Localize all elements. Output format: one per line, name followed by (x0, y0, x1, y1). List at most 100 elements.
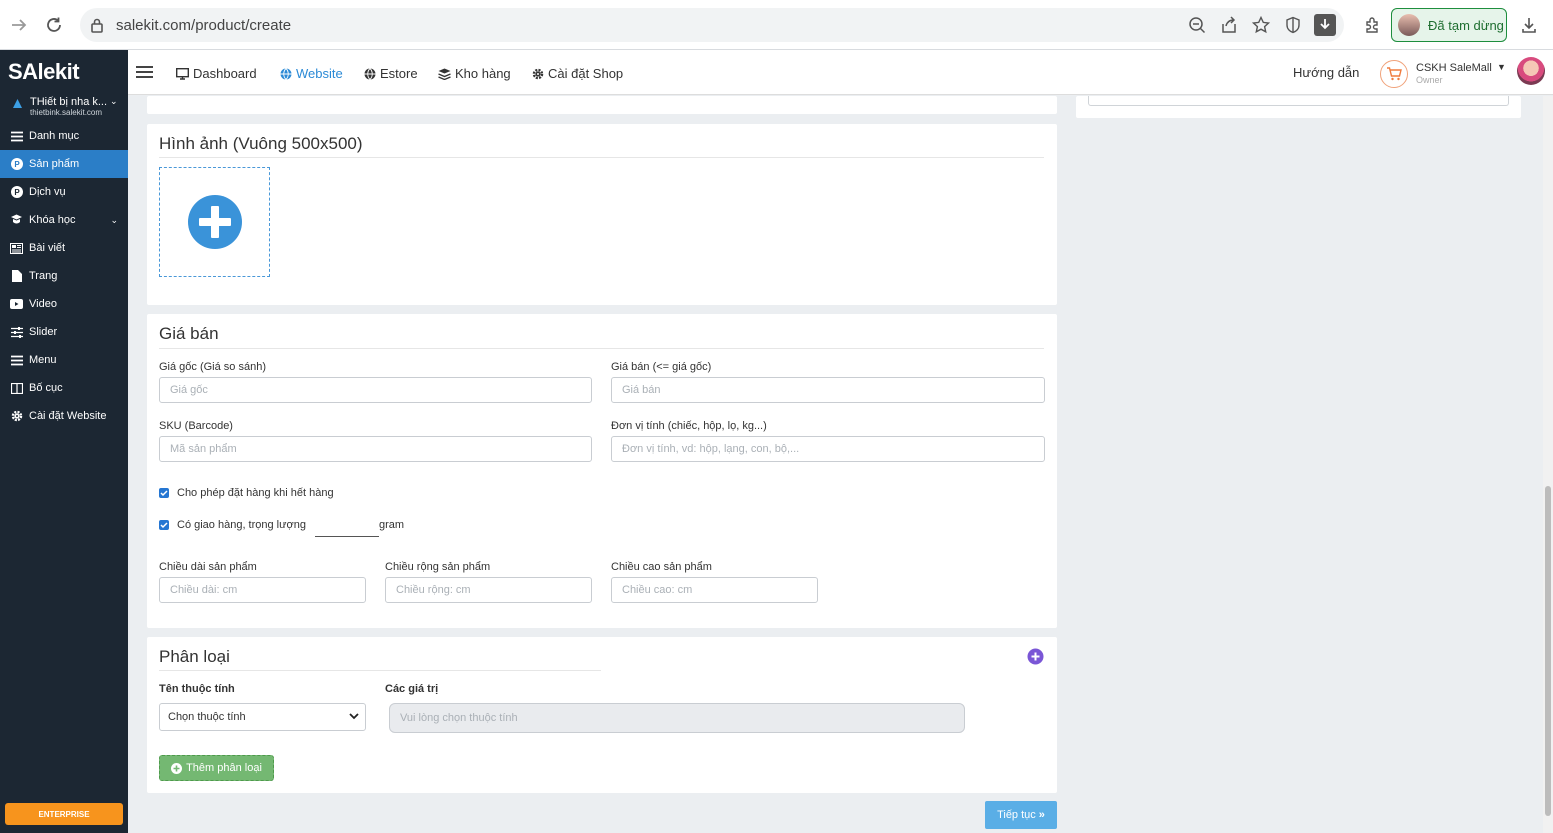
original-price-input[interactable]: Giá gốc (159, 377, 592, 403)
allow-backorder-label: Cho phép đặt hàng khi hết hàng (177, 487, 334, 499)
width-input[interactable]: Chiều rộng: cm (385, 577, 592, 603)
sku-input[interactable]: Mã sản phẩm (159, 436, 592, 462)
values-input[interactable]: Vui lòng chọn thuộc tính (389, 703, 965, 733)
plan-badge[interactable]: ENTERPRISE (5, 803, 123, 825)
button-label: Tiếp tục (997, 809, 1036, 821)
sidebar-item-dich-vu[interactable]: P Dịch vụ (0, 178, 128, 206)
columns-icon (10, 382, 23, 395)
divider (159, 157, 1044, 158)
select-value: Chọn thuộc tính (168, 711, 246, 723)
unit-label: Đơn vị tính (chiếc, hộp, lọ, kg...) (611, 420, 767, 432)
images-card: Hình ảnh (Vuông 500x500) (147, 124, 1057, 305)
length-input[interactable]: Chiều dài: cm (159, 577, 366, 603)
graduation-cap-icon (10, 214, 23, 227)
sidebar-item-cai-dat-website[interactable]: Cài đặt Website (0, 402, 128, 430)
shield-icon[interactable] (1282, 14, 1304, 36)
nav-kho-hang[interactable]: Kho hàng (438, 66, 511, 81)
address-bar[interactable]: salekit.com/product/create (80, 8, 1344, 42)
monitor-icon (176, 67, 189, 80)
shop-logo-icon (12, 98, 23, 109)
card-above (147, 96, 1057, 114)
weight-input[interactable] (315, 521, 379, 537)
nav-estore[interactable]: Estore (364, 66, 418, 81)
page-scrollbar[interactable] (1543, 96, 1553, 833)
placeholder: Mã sản phẩm (170, 443, 237, 455)
extensions-icon[interactable] (1360, 12, 1386, 38)
hamburger-icon[interactable] (136, 65, 153, 79)
menu-icon (10, 354, 23, 367)
guide-link[interactable]: Hướng dẫn (1293, 65, 1359, 80)
attribute-select[interactable]: Chọn thuộc tính (159, 703, 366, 731)
caret-down-icon[interactable]: ▼ (1497, 62, 1506, 72)
sidebar-item-san-pham[interactable]: P Sản phẩm (0, 150, 128, 178)
nav-cai-dat-shop[interactable]: Cài đặt Shop (532, 66, 623, 81)
images-title: Hình ảnh (Vuông 500x500) (159, 134, 363, 153)
add-attribute-plus-icon[interactable] (1027, 648, 1044, 665)
sidebar: SAlekit THiết bị nha k... thietbink.sale… (0, 50, 128, 833)
image-upload-area[interactable] (159, 167, 270, 277)
user-name[interactable]: CSKH SaleMall (1416, 62, 1492, 74)
profile-avatar (1398, 14, 1420, 36)
scrollbar-thumb[interactable] (1545, 486, 1551, 816)
sidebar-item-menu[interactable]: Menu (0, 346, 128, 374)
chevron-down-icon (349, 713, 359, 720)
service-icon: P (10, 186, 23, 199)
salekit-logo[interactable]: SAlekit (8, 59, 80, 85)
sidebar-item-bo-cuc[interactable]: Bố cục (0, 374, 128, 402)
next-button[interactable]: Tiếp tục » (985, 801, 1057, 829)
nav-label: Website (296, 66, 343, 81)
gear-icon (10, 410, 23, 423)
divider (159, 348, 1044, 349)
globe-icon (364, 67, 376, 80)
sidebar-item-label: Trang (29, 270, 58, 282)
url-text: salekit.com/product/create (116, 17, 292, 34)
allow-backorder-checkbox[interactable] (159, 488, 169, 498)
zoom-out-icon[interactable] (1186, 14, 1208, 36)
download-box-icon[interactable] (1314, 14, 1336, 36)
sidebar-item-trang[interactable]: Trang (0, 262, 128, 290)
profile-paused-button[interactable]: Đã tạm dừng (1391, 8, 1507, 42)
shipping-checkbox[interactable] (159, 520, 169, 530)
nav-dashboard[interactable]: Dashboard (176, 66, 257, 81)
lock-icon (90, 17, 104, 33)
sale-price-input[interactable]: Giá bán (611, 377, 1045, 403)
sidebar-item-khoa-hoc[interactable]: Khóa học ⌄ (0, 206, 128, 234)
right-panel-input[interactable] (1088, 96, 1509, 106)
gear-icon (532, 68, 544, 80)
sidebar-item-label: Slider (29, 326, 58, 338)
double-chevron-right-icon: » (1038, 809, 1045, 821)
placeholder: Vui lòng chọn thuộc tính (400, 712, 518, 724)
nav-website[interactable]: Website (280, 66, 343, 81)
sidebar-item-danh-muc[interactable]: Danh mục (0, 122, 128, 150)
plus-circle-icon (171, 762, 183, 774)
share-icon[interactable] (1218, 14, 1240, 36)
unit-input[interactable]: Đơn vị tính, vd: hộp, lạng, con, bộ,... (611, 436, 1045, 462)
user-avatar[interactable] (1517, 57, 1545, 85)
store-cart-icon[interactable] (1380, 60, 1408, 88)
shop-domain: thietbink.salekit.com (30, 108, 103, 117)
page-icon (10, 270, 23, 283)
placeholder: Giá bán (622, 384, 661, 396)
variant-card: Phân loại Tên thuộc tính Chọn thuộc tính… (147, 637, 1057, 793)
sidebar-item-bai-viet[interactable]: Bài viết (0, 234, 128, 262)
divider (159, 670, 601, 671)
sidebar-item-label: Khóa học (29, 214, 76, 226)
downloads-icon[interactable] (1516, 12, 1542, 38)
sale-price-label: Giá bán (<= giá gốc) (611, 361, 712, 373)
placeholder: Chiều rộng: cm (396, 584, 471, 596)
globe-icon (280, 67, 292, 80)
plus-circle-icon (187, 195, 242, 249)
product-icon: P (10, 158, 23, 171)
user-role: Owner (1416, 75, 1443, 85)
sidebar-item-label: Bố cục (29, 382, 63, 394)
sidebar-item-video[interactable]: Video (0, 290, 128, 318)
reload-icon[interactable] (41, 12, 67, 38)
height-input[interactable]: Chiều cao: cm (611, 577, 818, 603)
add-variant-button[interactable]: Thêm phân loại (159, 755, 274, 781)
shop-name: THiết bị nha k... (30, 96, 108, 108)
sidebar-item-slider[interactable]: Slider (0, 318, 128, 346)
variant-title: Phân loại (159, 647, 230, 666)
newspaper-icon (10, 242, 23, 255)
forward-icon[interactable] (6, 12, 32, 38)
bookmark-star-icon[interactable] (1250, 14, 1272, 36)
